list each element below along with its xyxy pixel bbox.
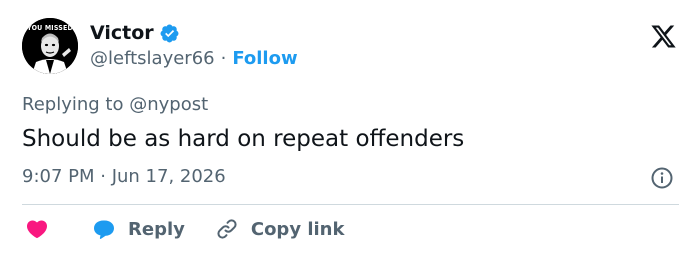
author-handle[interactable]: @leftslayer66 bbox=[90, 47, 215, 71]
tweet-text: Should be as hard on repeat offenders bbox=[22, 126, 465, 152]
avatar[interactable]: YOU MISSED bbox=[22, 18, 78, 74]
x-logo-icon[interactable] bbox=[649, 23, 678, 50]
replying-to-label: Replying to bbox=[22, 94, 124, 115]
info-icon[interactable] bbox=[650, 166, 674, 190]
link-icon bbox=[217, 219, 237, 239]
replying-to: Replying to @nypost bbox=[22, 93, 208, 117]
heart-icon bbox=[26, 220, 48, 239]
separator-dot: · bbox=[220, 48, 227, 69]
verified-badge-icon bbox=[160, 24, 179, 42]
author-display-name[interactable]: Victor bbox=[90, 21, 154, 45]
avatar-caption: YOU MISSED bbox=[27, 24, 73, 32]
like-button[interactable] bbox=[22, 217, 49, 241]
reply-label: Reply bbox=[128, 218, 185, 240]
reply-bubble-icon bbox=[94, 220, 114, 239]
author-name-row: Victor bbox=[90, 21, 180, 45]
copy-link-label: Copy link bbox=[250, 218, 345, 240]
replying-to-mention[interactable]: @nypost bbox=[129, 94, 208, 115]
reply-button[interactable]: Reply bbox=[92, 217, 185, 241]
follow-button[interactable]: Follow bbox=[232, 47, 297, 71]
divider bbox=[22, 204, 679, 205]
copy-link-button[interactable]: Copy link bbox=[215, 217, 345, 241]
author-handle-row: @leftslayer66 · Follow bbox=[90, 47, 298, 71]
tweet-timestamp[interactable]: 9:07 PM · Jun 17, 2026 bbox=[22, 165, 226, 189]
action-bar: Reply Copy link bbox=[22, 215, 344, 243]
